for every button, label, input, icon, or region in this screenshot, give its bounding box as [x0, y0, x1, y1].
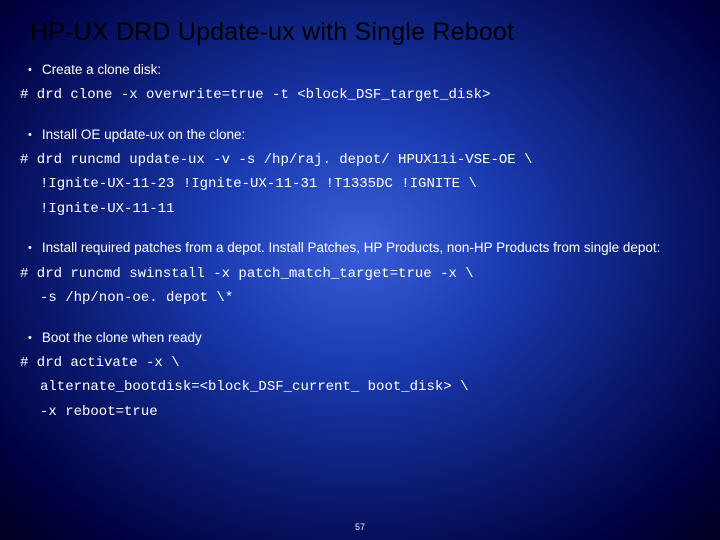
- command-block: # drd runcmd swinstall -x patch_match_ta…: [20, 262, 698, 311]
- section-4: • Boot the clone when ready # drd activa…: [22, 329, 698, 425]
- bullet-row: • Install required patches from a depot.…: [28, 239, 698, 257]
- bullet-icon: •: [28, 332, 32, 344]
- command-block: # drd activate -x \ alternate_bootdisk=<…: [20, 351, 698, 425]
- command-line: # drd clone -x overwrite=true -t <block_…: [20, 83, 698, 108]
- section-2: • Install OE update-ux on the clone: # d…: [22, 126, 698, 222]
- command-line: alternate_bootdisk=<block_DSF_current_ b…: [40, 375, 698, 400]
- section-3: • Install required patches from a depot.…: [22, 239, 698, 310]
- bullet-row: • Boot the clone when ready: [28, 329, 698, 347]
- command-block: # drd clone -x overwrite=true -t <block_…: [20, 83, 698, 108]
- bullet-text: Install OE update-ux on the clone:: [42, 126, 245, 144]
- command-line: # drd runcmd swinstall -x patch_match_ta…: [20, 262, 698, 287]
- bullet-row: • Install OE update-ux on the clone:: [28, 126, 698, 144]
- bullet-icon: •: [28, 64, 32, 76]
- command-line: -s /hp/non-oe. depot \*: [40, 286, 698, 311]
- bullet-text: Create a clone disk:: [42, 61, 161, 79]
- command-line: # drd activate -x \: [20, 351, 698, 376]
- command-line: -x reboot=true: [40, 400, 698, 425]
- section-1: • Create a clone disk: # drd clone -x ov…: [22, 61, 698, 108]
- bullet-row: • Create a clone disk:: [28, 61, 698, 79]
- page-number: 57: [355, 522, 365, 532]
- bullet-icon: •: [28, 242, 32, 254]
- bullet-text: Boot the clone when ready: [42, 329, 202, 347]
- command-block: # drd runcmd update-ux -v -s /hp/raj. de…: [20, 148, 698, 222]
- bullet-icon: •: [28, 129, 32, 141]
- bullet-text: Install required patches from a depot. I…: [42, 239, 661, 257]
- slide-title: HP-UX DRD Update-ux with Single Reboot: [30, 18, 698, 47]
- command-line: !Ignite-UX-11-11: [40, 197, 698, 222]
- command-line: # drd runcmd update-ux -v -s /hp/raj. de…: [20, 148, 698, 173]
- command-line: !Ignite-UX-11-23 !Ignite-UX-11-31 !T1335…: [40, 172, 698, 197]
- slide-container: HP-UX DRD Update-ux with Single Reboot •…: [0, 0, 720, 424]
